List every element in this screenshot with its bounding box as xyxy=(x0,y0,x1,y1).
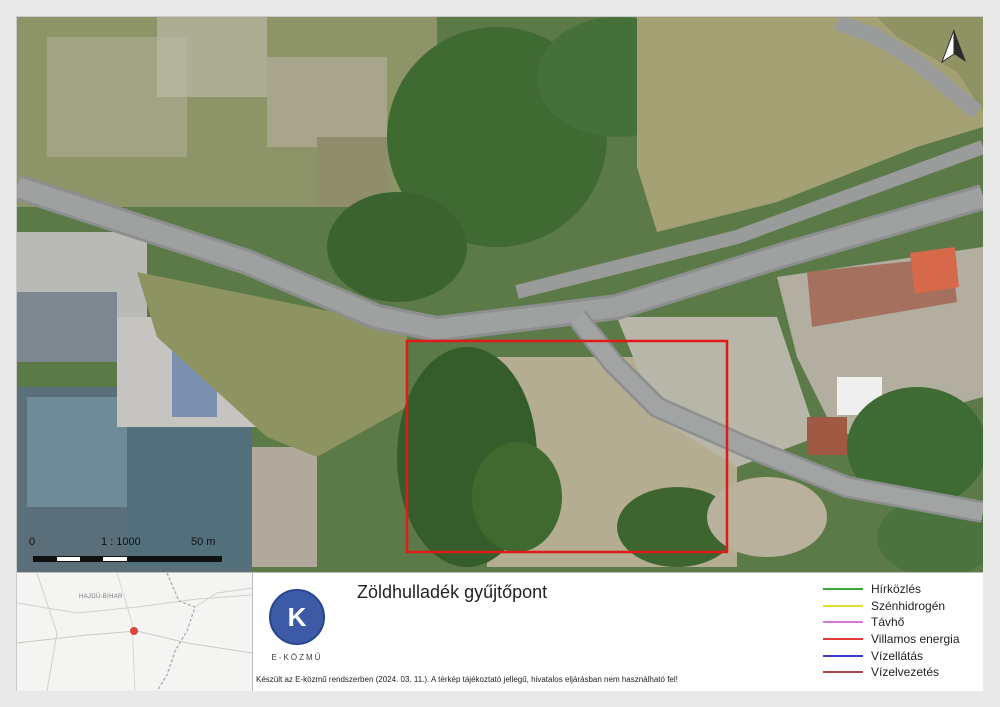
legend-item: Szénhidrogén xyxy=(823,598,978,615)
disclaimer-text: Készült az E-közmű rendszerben (2024. 03… xyxy=(256,675,678,684)
aerial-map[interactable] xyxy=(17,17,983,572)
scale-start-label: 0 xyxy=(29,536,36,548)
legend-item: Vízelvezetés xyxy=(823,664,978,681)
legend-label: Hírközlés xyxy=(871,582,922,597)
north-arrow-icon xyxy=(936,28,972,64)
legend-label: Szénhidrogén xyxy=(871,598,946,613)
legend-line-szenhidrogen xyxy=(823,604,863,607)
legend-line-hirkozles xyxy=(823,588,863,591)
map-title: Zöldhulladék gyűjtőpont xyxy=(357,582,548,602)
overview-map[interactable]: HAJDÚ-BIHAR xyxy=(17,573,253,691)
logo-circle: K xyxy=(269,589,325,645)
logo-text: E-KÖZMŰ xyxy=(271,653,323,662)
legend-item: Vízellátás xyxy=(823,647,978,664)
legend-item: Távhő xyxy=(823,614,978,631)
legend-label: Vízelvezetés xyxy=(871,665,940,680)
legend-label: Vízellátás xyxy=(871,648,924,663)
overview-map-graphic xyxy=(17,573,252,691)
scale-end-label: 50 m xyxy=(191,536,216,548)
legend-item: Hírközlés xyxy=(823,581,978,598)
info-panel: HAJDÚ-BIHAR K E-KÖZMŰ Zöldhulladék gyűjt… xyxy=(17,572,983,691)
location-marker xyxy=(130,627,138,635)
legend-label: Villamos energia xyxy=(871,632,960,647)
overview-place-label: HAJDÚ-BIHAR xyxy=(79,594,123,600)
e-kozmu-logo: K E-KÖZMŰ xyxy=(268,589,326,673)
legend-line-vizelvezetes xyxy=(823,671,863,674)
scale-bar-graphic xyxy=(33,556,222,562)
scale-bar: 0 1 : 1000 50 m xyxy=(17,536,222,566)
legend: Hírközlés Szénhidrogén Távhő Villamos en… xyxy=(823,581,978,681)
legend-line-tavho xyxy=(823,621,863,624)
legend-line-vizellatas xyxy=(823,654,863,657)
legend-line-villamos xyxy=(823,638,863,641)
legend-item: Villamos energia xyxy=(823,631,978,648)
aerial-imagery xyxy=(17,17,983,572)
legend-label: Távhő xyxy=(871,615,905,630)
scale-ratio-label: 1 : 1000 xyxy=(101,536,141,548)
